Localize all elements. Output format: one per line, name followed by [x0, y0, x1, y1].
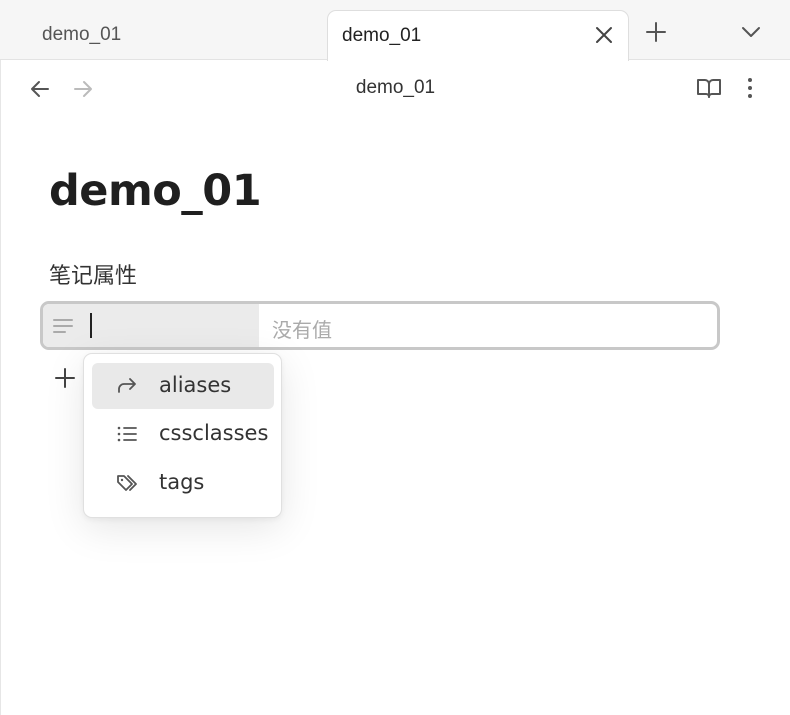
- suggestion-aliases[interactable]: aliases: [92, 363, 274, 409]
- tab-demo-01-inactive[interactable]: demo_01: [20, 10, 320, 60]
- chevron-down-icon[interactable]: [740, 22, 762, 42]
- text-caret: [90, 313, 92, 338]
- property-row: 没有值: [40, 301, 720, 350]
- tab-demo-01-active[interactable]: demo_01: [327, 10, 629, 61]
- view-title[interactable]: demo_01: [1, 77, 790, 99]
- book-open-icon[interactable]: [696, 76, 722, 100]
- property-value-field[interactable]: 没有值: [272, 314, 332, 343]
- tags-icon: [117, 475, 137, 491]
- property-suggestions-popup: aliases cssclasses tags: [83, 353, 282, 518]
- tab-label: demo_01: [42, 24, 122, 45]
- tab-bar: demo_01 demo_01: [0, 0, 790, 61]
- text-lines-icon[interactable]: [52, 317, 74, 335]
- suggestion-cssclasses[interactable]: cssclasses: [92, 411, 274, 457]
- suggestion-label: aliases: [159, 373, 232, 397]
- add-property-plus-icon[interactable]: [54, 367, 76, 389]
- close-icon[interactable]: [594, 25, 614, 45]
- list-icon: [117, 426, 137, 442]
- suggestion-label: tags: [159, 470, 205, 494]
- more-options-icon[interactable]: [741, 76, 759, 100]
- suggestion-tags[interactable]: tags: [92, 460, 274, 506]
- property-key-input[interactable]: [43, 304, 259, 347]
- suggestion-label: cssclasses: [159, 421, 269, 445]
- note-title[interactable]: demo_01: [49, 166, 262, 216]
- forward-arrow-icon: [118, 378, 136, 393]
- properties-heading[interactable]: 笔记属性: [49, 258, 137, 290]
- new-tab-plus-icon[interactable]: [644, 20, 668, 44]
- window-border: [0, 60, 1, 715]
- view-header: demo_01: [1, 61, 790, 117]
- tab-label: demo_01: [342, 25, 422, 46]
